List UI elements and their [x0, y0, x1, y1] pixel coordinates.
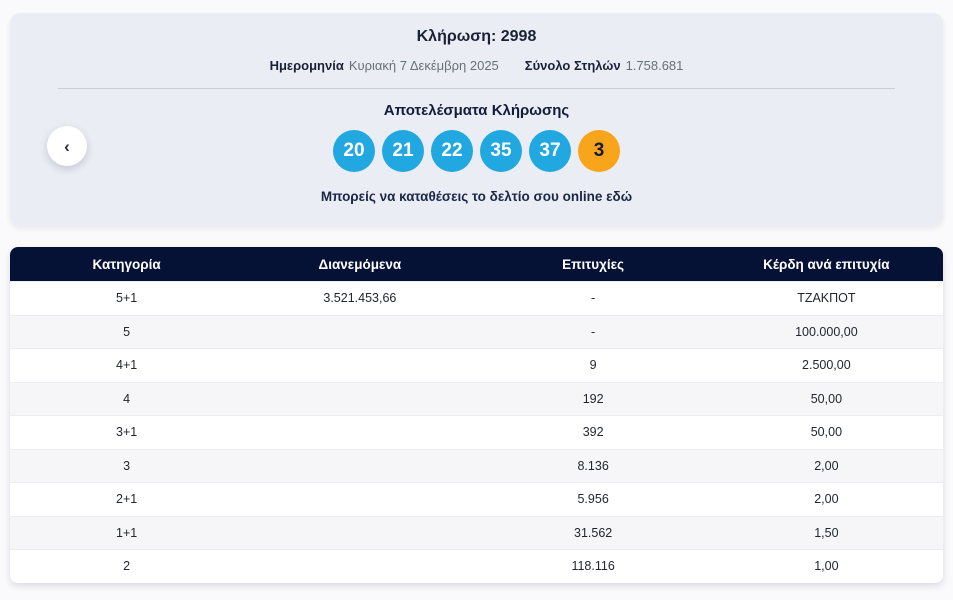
table-cell: 2+1 — [116, 492, 138, 507]
table-cell: 5+1 — [116, 291, 138, 306]
previous-draw-button[interactable]: ‹ — [47, 126, 87, 166]
results-table-body: 5+1 3.521.453,66 - ΤΖΑΚΠΟΤ 5 - 100.000,00 4+1 9 2… — [10, 281, 943, 583]
table-row: 4 192 50,00 — [10, 381, 943, 415]
table-cell: 2,00 — [814, 492, 839, 507]
table-row: 2+1 5.956 2,00 — [10, 482, 943, 516]
card-divider — [58, 88, 895, 89]
table-cell: 9 — [589, 358, 597, 373]
bonus-number-ball: 3 — [578, 130, 620, 172]
table-row: 3 8.136 2,00 — [10, 448, 943, 482]
draw-date-label: Ημερομηνία — [269, 58, 344, 73]
total-columns: Σύνολο Στηλών 1.758.681 — [525, 58, 684, 73]
table-cell: 5 — [123, 324, 131, 339]
table-cell: 8.136 — [577, 458, 609, 473]
table-cell: 31.562 — [574, 525, 613, 540]
draw-date-value: Κυριακή 7 Δεκέμβρη 2025 — [348, 58, 499, 73]
table-row: 2 118.116 1,00 — [10, 549, 943, 583]
table-cell: 100.000,00 — [795, 324, 858, 339]
chevron-left-icon: ‹ — [64, 136, 70, 156]
table-row: 1+1 31.562 1,50 — [10, 515, 943, 549]
winning-numbers-row: 20 21 22 35 37 3 — [10, 130, 943, 172]
winning-number-ball: 37 — [529, 130, 571, 172]
table-cell: 192 — [582, 391, 604, 406]
winning-number-ball: 35 — [480, 130, 522, 172]
table-cell: 4+1 — [116, 358, 138, 373]
table-header-cell: Κέρδη ανά επιτυχία — [763, 256, 890, 272]
table-cell: 2,00 — [814, 458, 839, 473]
table-cell: - — [591, 291, 596, 306]
table-cell: - — [591, 324, 596, 339]
table-cell: 1,50 — [814, 525, 839, 540]
winning-number-ball: 22 — [431, 130, 473, 172]
draw-title: Κλήρωση: 2998 — [416, 28, 537, 45]
table-cell: 50,00 — [810, 425, 843, 440]
table-header-cell: Κατηγορία — [92, 256, 161, 272]
table-cell: 4 — [123, 391, 131, 406]
draw-date: Ημερομηνία Κυριακή 7 Δεκέμβρη 2025 — [270, 58, 499, 73]
results-heading: Αποτελέσματα Κλήρωσης — [383, 102, 570, 119]
table-header-cell: Διανεμόμενα — [318, 256, 402, 272]
table-cell: 3 — [123, 458, 131, 473]
table-cell: 3+1 — [116, 425, 138, 440]
table-cell: 3.521.453,66 — [323, 291, 397, 306]
table-cell: 1+1 — [116, 525, 138, 540]
winning-number-ball: 20 — [333, 130, 375, 172]
table-cell: 5.956 — [577, 492, 609, 507]
table-cell: 2 — [123, 559, 131, 574]
table-row: 4+1 9 2.500,00 — [10, 348, 943, 382]
draw-meta-row: Ημερομηνία Κυριακή 7 Δεκέμβρη 2025 Σύνολο… — [10, 58, 943, 73]
table-row: 3+1 392 50,00 — [10, 415, 943, 449]
total-columns-value: 1.758.681 — [625, 58, 684, 73]
table-header-cell: Επιτυχίες — [562, 256, 625, 272]
table-cell: ΤΖΑΚΠΟΤ — [797, 291, 856, 306]
table-cell: 2.500,00 — [802, 358, 851, 373]
submit-online-link[interactable]: Μπορείς να καταθέσεις το δελτίο σου onli… — [10, 189, 943, 204]
table-row: 5 - 100.000,00 — [10, 314, 943, 348]
table-cell: 392 — [582, 425, 604, 440]
total-columns-label: Σύνολο Στηλών — [524, 58, 621, 73]
table-cell: 50,00 — [810, 391, 843, 406]
table-cell: 118.116 — [571, 559, 615, 574]
table-cell: 1,00 — [814, 559, 839, 574]
draw-summary-card: Κλήρωση: 2998 Ημερομηνία Κυριακή 7 Δεκέμβ… — [10, 13, 943, 225]
prize-table: Κατηγορία Διανεμόμενα Επιτυχίες Κέρδη ανά ε… — [10, 247, 943, 583]
table-row: 5+1 3.521.453,66 - ΤΖΑΚΠΟΤ — [10, 281, 943, 315]
prize-table-header: Κατηγορία Διανεμόμενα Επιτυχίες Κέρδη ανά ε… — [10, 247, 943, 281]
winning-number-ball: 21 — [382, 130, 424, 172]
